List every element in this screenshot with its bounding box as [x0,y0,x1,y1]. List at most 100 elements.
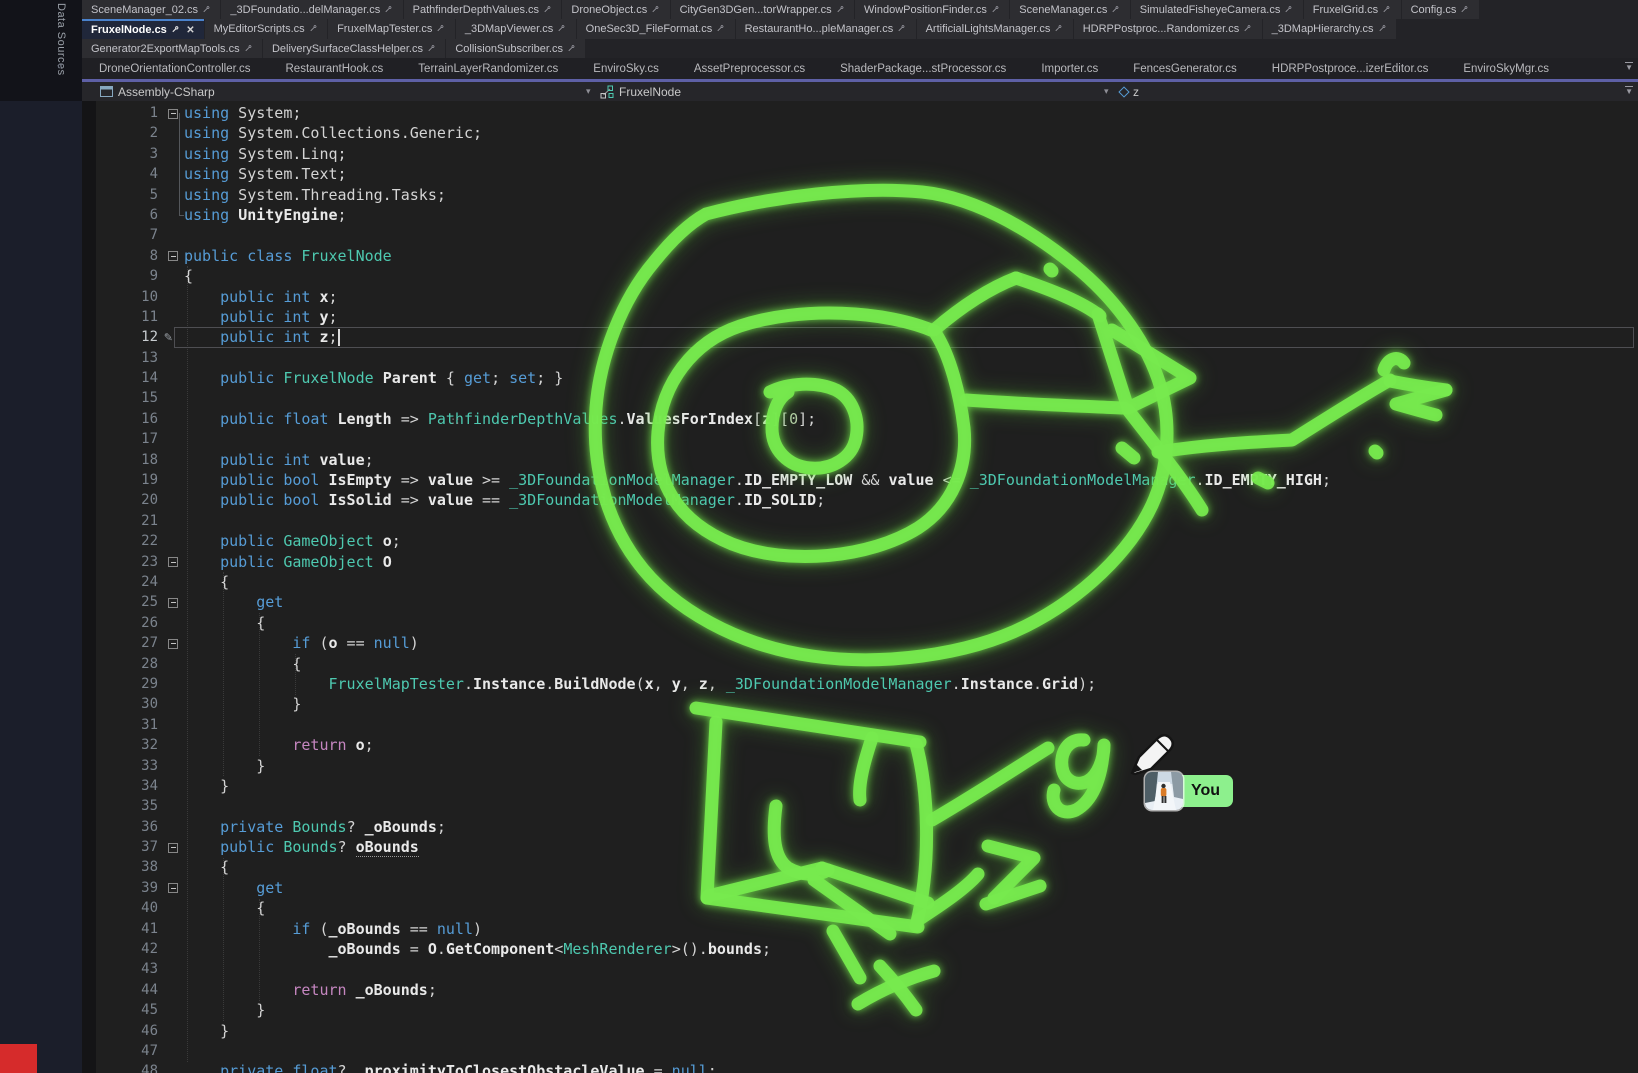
pin-icon[interactable]: ⊸ [1242,22,1255,35]
pin-icon[interactable]: ⊸ [834,3,847,16]
pin-icon[interactable]: ⊸ [1381,3,1394,16]
pin-icon[interactable]: ⊸ [307,22,320,35]
code-line-29[interactable]: 29 FruxelMapTester.Instance.BuildNode(x,… [96,674,1638,694]
code-line-41[interactable]: 41 if (_oBounds == null) [96,919,1638,939]
code-line-5[interactable]: 5using System.Threading.Tasks; [96,185,1638,205]
tab-CollisionSubscriber.cs[interactable]: CollisionSubscriber.cs⊸ [446,39,585,58]
fold-collapse-icon[interactable] [168,251,178,261]
tab-ShaderPackage...stProcessor.cs[interactable]: ShaderPackage...stProcessor.cs [823,58,1023,79]
tab-SceneManager.cs[interactable]: SceneManager.cs⊸ [1010,0,1129,19]
breadcrumb-member[interactable]: z [1120,82,1139,101]
code-line-44[interactable]: 44 return _oBounds; [96,980,1638,1000]
tab-OneSec3D_FileFormat.cs[interactable]: OneSec3D_FileFormat.cs⊸ [577,19,735,39]
tab-overflow-icon[interactable]: ▼ [1625,62,1633,72]
code-line-21[interactable]: 21 [96,511,1638,531]
code-line-43[interactable]: 43 [96,959,1638,979]
pin-icon[interactable]: ⊸ [435,22,448,35]
pin-icon[interactable]: ⊸ [1459,3,1472,16]
code-editor[interactable]: 1using System;2using System.Collections.… [96,101,1638,1073]
tab-ArtificialLightsManager.cs[interactable]: ArtificialLightsManager.cs⊸ [917,19,1073,39]
tab-DeliverySurfaceClassHelper.cs[interactable]: DeliverySurfaceClassHelper.cs⊸ [263,39,445,58]
code-line-37[interactable]: 37 public Bounds? oBounds [96,837,1638,857]
close-icon[interactable]: ✕ [186,25,194,36]
pin-icon[interactable]: ⊸ [1110,3,1123,16]
code-line-10[interactable]: 10 public int x; [96,287,1638,307]
tab-SceneManager_02.cs[interactable]: SceneManager_02.cs⊸ [82,0,220,19]
tab-Importer.cs[interactable]: Importer.cs [1024,58,1115,79]
code-line-30[interactable]: 30 } [96,694,1638,714]
tab-_3DMapViewer.cs[interactable]: _3DMapViewer.cs⊸ [456,19,576,39]
pin-icon[interactable]: ⊸ [201,3,214,16]
tab-_3DFoundatio...delManager.cs[interactable]: _3DFoundatio...delManager.cs⊸ [221,0,402,19]
code-line-39[interactable]: 39 get [96,878,1638,898]
fold-collapse-icon[interactable] [168,109,178,119]
code-line-47[interactable]: 47 [96,1041,1638,1061]
pin-icon[interactable]: ⊸ [650,3,663,16]
code-line-17[interactable]: 17 [96,429,1638,449]
pin-icon[interactable]: ⊸ [1376,22,1389,35]
pin-icon[interactable]: ⊸ [990,3,1003,16]
breadcrumb-assembly[interactable]: Assembly-CSharp [100,82,215,101]
tab-PathfinderDepthValues.cs[interactable]: PathfinderDepthValues.cs⊸ [404,0,562,19]
tab-CityGen3DGen...torWrapper.cs[interactable]: CityGen3DGen...torWrapper.cs⊸ [671,0,854,19]
breadcrumb-overflow-icon[interactable]: ▼ [1625,86,1633,96]
breadcrumb-dropdown-1[interactable]: ▾ [586,82,591,101]
pin-icon[interactable]: ⊸ [1053,22,1066,35]
code-line-7[interactable]: 7 [96,225,1638,245]
code-line-11[interactable]: 11 public int y; [96,307,1638,327]
code-line-18[interactable]: 18 public int value; [96,450,1638,470]
tab-FruxelNode.cs[interactable]: FruxelNode.cs⊸✕ [82,19,204,39]
fold-collapse-icon[interactable] [168,843,178,853]
code-line-14[interactable]: 14 public FruxelNode Parent { get; set; … [96,368,1638,388]
code-line-24[interactable]: 24 { [96,572,1638,592]
tab-HDRPPostproc...Randomizer.cs[interactable]: HDRPPostproc...Randomizer.cs⊸ [1074,19,1262,39]
code-line-33[interactable]: 33 } [96,756,1638,776]
tab-RestaurantHook.cs[interactable]: RestaurantHook.cs [269,58,401,79]
tab-Generator2ExportMapTools.cs[interactable]: Generator2ExportMapTools.cs⊸ [82,39,262,58]
breadcrumb-type[interactable]: FruxelNode [600,82,681,101]
code-line-22[interactable]: 22 public GameObject o; [96,531,1638,551]
code-line-28[interactable]: 28 { [96,654,1638,674]
fold-collapse-icon[interactable] [168,883,178,893]
code-line-6[interactable]: 6using UnityEngine; [96,205,1638,225]
code-line-26[interactable]: 26 { [96,613,1638,633]
tab-EnviroSky.cs[interactable]: EnviroSky.cs [576,58,676,79]
tab-DroneObject.cs[interactable]: DroneObject.cs⊸ [562,0,669,19]
code-line-42[interactable]: 42 _oBounds = O.GetComponent<MeshRendere… [96,939,1638,959]
code-line-34[interactable]: 34 } [96,776,1638,796]
tab-FruxelGrid.cs[interactable]: FruxelGrid.cs⊸ [1304,0,1401,19]
tab-MyEditorScripts.cs[interactable]: MyEditorScripts.cs⊸ [205,19,327,39]
tab-EnviroSkyMgr.cs[interactable]: EnviroSkyMgr.cs [1446,58,1566,79]
fold-collapse-icon[interactable] [168,557,178,567]
code-line-1[interactable]: 1using System; [96,103,1638,123]
code-line-8[interactable]: 8public class FruxelNode [96,246,1638,266]
tab-TerrainLayerRandomizer.cs[interactable]: TerrainLayerRandomizer.cs [401,58,575,79]
pin-icon[interactable]: ⊸ [170,23,183,36]
tab-FruxelMapTester.cs[interactable]: FruxelMapTester.cs⊸ [328,19,455,39]
code-line-23[interactable]: 23 public GameObject O [96,552,1638,572]
pin-icon[interactable]: ⊸ [383,3,396,16]
code-line-3[interactable]: 3using System.Linq; [96,144,1638,164]
code-line-35[interactable]: 35 [96,796,1638,816]
tab-WindowPositionFinder.cs[interactable]: WindowPositionFinder.cs⊸ [855,0,1009,19]
pin-icon[interactable]: ⊸ [715,22,728,35]
tab-HDRPPostproce...izerEditor.cs[interactable]: HDRPPostproce...izerEditor.cs [1255,58,1446,79]
code-line-4[interactable]: 4using System.Text; [96,164,1638,184]
collapse-chevron-icon[interactable]: « [57,60,63,72]
code-line-9[interactable]: 9{ [96,266,1638,286]
code-line-38[interactable]: 38 { [96,857,1638,877]
code-line-16[interactable]: 16 public float Length => PathfinderDept… [96,409,1638,429]
code-line-31[interactable]: 31 [96,715,1638,735]
code-line-40[interactable]: 40 { [96,898,1638,918]
tab-AssetPreprocessor.cs[interactable]: AssetPreprocessor.cs [677,58,822,79]
pin-icon[interactable]: ⊸ [426,42,439,55]
code-line-2[interactable]: 2using System.Collections.Generic; [96,123,1638,143]
tab-DroneOrientationController.cs[interactable]: DroneOrientationController.cs [82,58,268,79]
pin-icon[interactable]: ⊸ [242,42,255,55]
code-line-45[interactable]: 45 } [96,1000,1638,1020]
code-line-13[interactable]: 13 [96,348,1638,368]
tab-FencesGenerator.cs[interactable]: FencesGenerator.cs [1116,58,1254,79]
pin-icon[interactable]: ⊸ [556,22,569,35]
pin-icon[interactable]: ⊸ [566,42,579,55]
code-line-48[interactable]: 48 private float? _proximityToClosestObs… [96,1061,1638,1073]
